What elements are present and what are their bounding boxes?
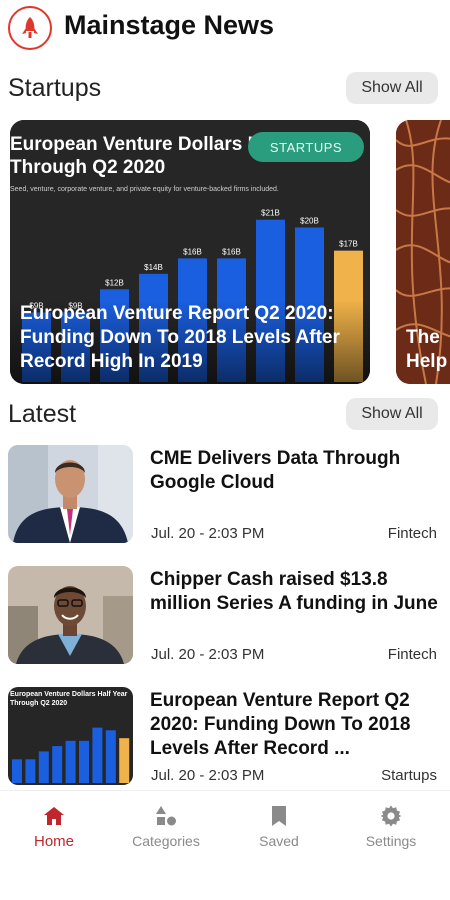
bottom-navigation: Home Categories Saved Settings: [0, 790, 450, 860]
app-title: Mainstage News: [64, 10, 275, 40]
chart-bar-label: $16B: [183, 247, 202, 256]
chart-bar: [12, 759, 22, 783]
article-category: Fintech: [387, 525, 437, 542]
nav-settings[interactable]: Settings: [341, 791, 441, 861]
category-tag[interactable]: STARTUPS: [248, 132, 364, 162]
featured-article-title: European Venture Report Q2 2020: Funding…: [20, 303, 340, 372]
shapes-icon: [153, 803, 179, 829]
nav-home-label: Home: [33, 833, 74, 850]
chart-bar: [119, 738, 130, 783]
chart-bar: [105, 730, 116, 783]
article-timestamp: Jul. 20 - 2:03 PM: [151, 525, 265, 542]
home-icon: [41, 803, 67, 829]
thumb-chart-heading-line1: European Venture Dollars Half Year: [10, 691, 128, 698]
chart-bar-label: $20B: [300, 216, 319, 225]
nav-categories[interactable]: Categories: [116, 791, 216, 861]
thumb-chart-heading-line2: Through Q2 2020: [10, 700, 67, 707]
nav-saved[interactable]: Saved: [229, 791, 329, 861]
article-thumbnail: [8, 445, 133, 543]
chart-bar-label: $16B: [222, 247, 241, 256]
article-item[interactable]: Chipper Cash raised $13.8 million Series…: [0, 566, 450, 670]
latest-show-all-button[interactable]: Show All: [346, 398, 438, 430]
next-article-title-line2: Help: [406, 351, 448, 372]
chart-bar-label: $17B: [339, 240, 358, 249]
gear-icon: [378, 803, 404, 829]
article-item[interactable]: CME Delivers Data Through Google Cloud J…: [0, 445, 450, 549]
rocket-icon[interactable]: [8, 6, 52, 50]
article-title: European Venture Report Q2 2020: Funding…: [150, 690, 411, 759]
chart-bar: [65, 740, 76, 783]
featured-article-card[interactable]: European Venture Dollars Half Year Throu…: [10, 120, 370, 384]
latest-section-title: Latest: [8, 400, 77, 428]
next-article-title-line1: The: [406, 327, 440, 348]
startups-carousel[interactable]: European Venture Dollars Half Year Throu…: [0, 118, 450, 388]
nav-saved-label: Saved: [259, 833, 299, 849]
article-category: Startups: [381, 767, 437, 784]
chart-bar: [92, 727, 103, 783]
nav-home[interactable]: Home: [4, 791, 104, 861]
chart-bar-label: $21B: [261, 209, 280, 218]
chart-subheading: Seed, venture, corporate venture, and pr…: [10, 186, 279, 193]
startups-section-title: Startups: [8, 74, 102, 102]
article-thumbnail: European Venture Dollars Half Year Throu…: [8, 687, 133, 785]
chart-bar: [25, 759, 36, 783]
article-item[interactable]: European Venture Dollars Half Year Throu…: [0, 687, 450, 791]
chart-bar: [38, 751, 49, 783]
nav-settings-label: Settings: [365, 833, 417, 849]
chart-bar: [79, 740, 89, 783]
chart-bar-label: $12B: [105, 278, 124, 287]
nav-categories-label: Categories: [132, 833, 200, 849]
article-title: CME Delivers Data Through Google Cloud: [150, 448, 401, 493]
chart-bar-label: $14B: [144, 263, 163, 272]
chart-bar: [52, 746, 63, 783]
article-title: Chipper Cash raised $13.8 million Series…: [150, 569, 438, 614]
latest-section-header: Latest Show All: [0, 398, 450, 434]
startups-show-all-button[interactable]: Show All: [346, 72, 438, 104]
next-article-card[interactable]: The Help: [396, 120, 450, 384]
article-category: Fintech: [387, 646, 437, 663]
bookmark-icon: [266, 803, 292, 829]
next-article-title: The Help: [406, 326, 447, 374]
app-header: Mainstage News: [0, 0, 450, 56]
chart-heading-line2: Through Q2 2020: [10, 157, 165, 178]
startups-section-header: Startups Show All: [0, 72, 450, 108]
article-timestamp: Jul. 20 - 2:03 PM: [151, 646, 265, 663]
article-timestamp: Jul. 20 - 2:03 PM: [151, 767, 265, 784]
article-thumbnail: [8, 566, 133, 664]
